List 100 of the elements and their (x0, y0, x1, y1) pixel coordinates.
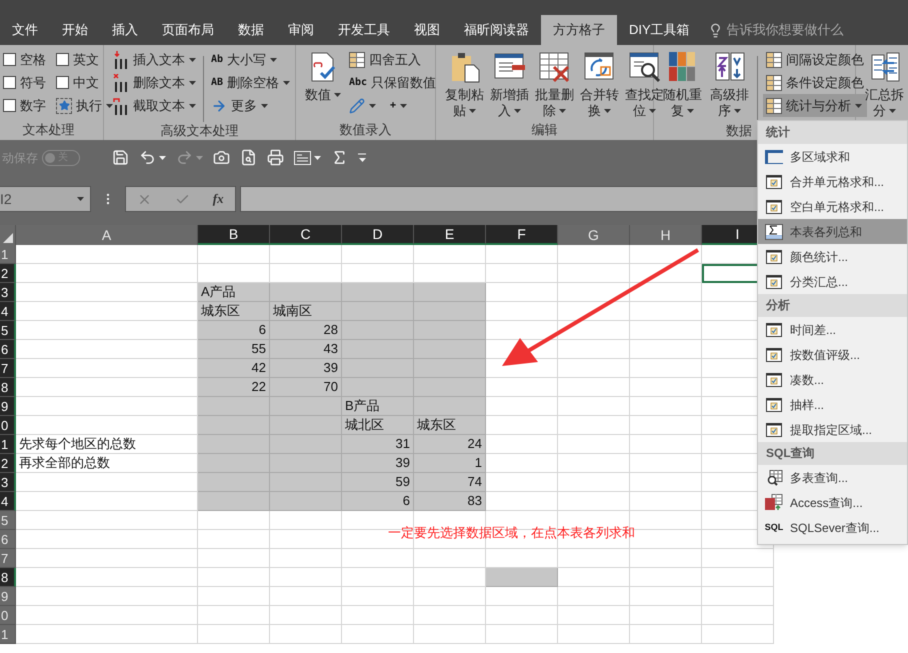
row-header[interactable]: 0 (0, 606, 16, 625)
ribbon-button[interactable]: AB 删除空格 (208, 71, 294, 94)
toolbar-button[interactable] (240, 149, 257, 166)
customize-line-icon (358, 153, 366, 155)
ribbon-button[interactable]: 四舍五入 (346, 48, 440, 71)
ribbon-tab[interactable]: 文件 (0, 15, 50, 45)
row-header[interactable]: 1 (0, 625, 16, 644)
magnifier-table-icon (628, 51, 660, 83)
ribbon-tab[interactable]: 福昕阅读器 (452, 15, 541, 45)
table-cell: 42 (198, 359, 270, 378)
ribbon-button[interactable]: 统计与分析 (763, 94, 867, 117)
menu-item[interactable]: 提取指定区域... (758, 417, 907, 442)
menu-item[interactable]: 时间差... (758, 317, 907, 342)
pencil-icon (349, 98, 365, 114)
insert-function-button[interactable]: fx (212, 189, 224, 209)
column-header[interactable]: F (486, 225, 558, 245)
row-header[interactable]: 8 (0, 568, 16, 587)
menu-item[interactable]: Access查询... (758, 490, 907, 515)
row-header[interactable]: 9 (0, 397, 16, 416)
row-header[interactable]: 7 (0, 549, 16, 568)
menu-item[interactable]: 抽样... (758, 392, 907, 417)
table-cell: 城南区 (270, 302, 342, 321)
table-cell: 6 (342, 492, 414, 511)
ribbon-icon-button[interactable]: + (387, 94, 410, 117)
ribbon-button[interactable]: 英文 (53, 48, 116, 71)
row-header[interactable]: 2 (0, 454, 16, 473)
column-header[interactable]: B (198, 225, 270, 245)
toolbar-button[interactable] (358, 153, 366, 162)
toolbar-button[interactable] (112, 149, 129, 166)
ribbon-button[interactable]: Ab 大小写 (208, 48, 294, 71)
row-header[interactable]: 8 (0, 378, 16, 397)
checkbox[interactable] (3, 76, 16, 89)
checkbox[interactable] (56, 76, 69, 89)
column-header[interactable]: D (342, 225, 414, 245)
name-box[interactable]: I2 (0, 186, 91, 212)
ribbon-tab[interactable]: 开始 (50, 15, 100, 45)
ribbon-tab[interactable]: 方方格子 (541, 15, 617, 45)
row-header[interactable]: 1 (0, 435, 16, 454)
row-header[interactable]: 0 (0, 416, 16, 435)
column-header[interactable]: C (270, 225, 342, 245)
menu-item[interactable]: 凑数... (758, 367, 907, 392)
menu-item[interactable]: 合并单元格求和... (758, 169, 907, 194)
row-header[interactable]: 9 (0, 587, 16, 606)
menu-item[interactable]: 多区域求和 (758, 144, 907, 169)
menu-item[interactable]: SQL SQLSever查询... (758, 515, 907, 540)
ribbon-tab[interactable]: 插入 (100, 15, 150, 45)
ribbon-tab[interactable]: 页面布局 (150, 15, 226, 45)
menu-item[interactable]: 分类汇总... (758, 269, 907, 294)
row-header[interactable]: 2 (0, 264, 16, 283)
row-header[interactable]: 3 (0, 283, 16, 302)
checkbox[interactable] (56, 53, 69, 66)
row-header[interactable]: 7 (0, 359, 16, 378)
menu-item[interactable]: 颜色统计... (758, 244, 907, 269)
database-icon (765, 494, 783, 511)
ribbon-button[interactable]: 中文 (53, 71, 116, 94)
ribbon-tab[interactable]: 数据 (226, 15, 276, 45)
ribbon-button[interactable]: 高级排 序 (707, 48, 752, 122)
menu-item[interactable]: 本表各列总和 (758, 219, 907, 244)
menu-item[interactable]: 空白单元格求和... (758, 194, 907, 219)
ribbon-button[interactable]: 新增插 入 (487, 48, 532, 119)
toolbar-button[interactable] (294, 150, 321, 164)
ribbon-button[interactable]: Abc 只保留数值 (346, 71, 440, 94)
row-header[interactable]: 6 (0, 340, 16, 359)
row-header[interactable]: 6 (0, 530, 16, 549)
ribbon-tab[interactable]: 视图 (402, 15, 452, 45)
ribbon-button[interactable]: 空格 (0, 48, 49, 71)
menu-item[interactable]: 按数值评级... (758, 342, 907, 367)
menu-section-header: SQL查询 (758, 442, 907, 465)
row-header[interactable]: 1 (0, 245, 16, 264)
row-header[interactable]: 5 (0, 321, 16, 340)
caret-icon (559, 109, 566, 113)
ribbon-button[interactable]: 复制粘 贴 (442, 48, 487, 119)
toolbar-button[interactable] (213, 149, 230, 166)
select-all-corner[interactable] (0, 225, 16, 245)
ribbon-tab[interactable]: DIY工具箱 (617, 15, 702, 45)
toolbar-button[interactable] (139, 149, 166, 166)
checkbox[interactable] (3, 99, 16, 112)
ribbon-button[interactable]: 数字 (0, 94, 49, 117)
ribbon-tab[interactable]: 开发工具 (326, 15, 402, 45)
ribbon-button[interactable]: 符号 (0, 71, 49, 94)
ribbon-button[interactable]: 批量删 除 (532, 48, 577, 119)
row-header[interactable]: 3 (0, 473, 16, 492)
menu-item[interactable]: 多表查询... (758, 465, 907, 490)
column-header[interactable]: G (558, 225, 630, 245)
caret-icon (369, 104, 376, 108)
ribbon-button[interactable]: 更多 (208, 94, 294, 117)
table-cell: 31 (342, 435, 414, 454)
toolbar-button[interactable] (267, 149, 284, 166)
row-header[interactable]: 4 (0, 492, 16, 511)
ribbon-tab[interactable]: 审阅 (276, 15, 326, 45)
column-header[interactable]: A (16, 225, 198, 245)
table-icon (766, 52, 782, 68)
row-header[interactable]: 4 (0, 302, 16, 321)
checkbox[interactable] (3, 53, 16, 66)
tell-me-field[interactable]: 告诉我你想要做什么 (726, 20, 877, 40)
column-header[interactable]: E (414, 225, 486, 245)
column-header[interactable]: H (630, 225, 702, 245)
row-header[interactable]: 5 (0, 511, 16, 530)
ribbon-button[interactable]: 合并转 换 (577, 48, 622, 119)
ribbon-button[interactable]: 数值 (302, 48, 344, 117)
